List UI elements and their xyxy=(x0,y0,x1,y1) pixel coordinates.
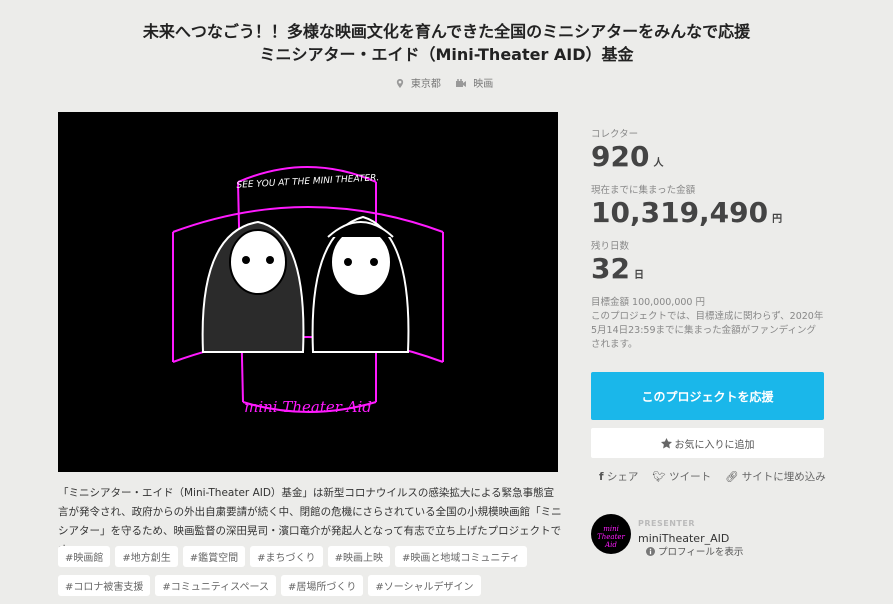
title-line-2: ミニシアター・エイド（Mini-Theater AID）基金 xyxy=(259,45,634,64)
hero-illustration: SEE YOU AT THE MINI THEATER. mini Theate… xyxy=(172,166,444,416)
presenter-label: PRESENTER xyxy=(638,519,695,528)
view-profile-label: プロフィールを表示 xyxy=(658,547,744,558)
presenter-avatar[interactable]: mini Theater Aid xyxy=(591,514,631,554)
twitter-icon: 🐦︎ xyxy=(652,471,666,483)
favorite-label: お気に入りに追加 xyxy=(674,439,755,451)
tag-link[interactable]: #映画上映 xyxy=(327,546,390,567)
collector-label: コレクター xyxy=(591,129,639,140)
presenter-logo: mini Theater Aid xyxy=(597,525,625,549)
view-profile-link[interactable]: プロフィールを表示 xyxy=(646,544,743,558)
days-label: 残り日数 xyxy=(591,241,630,252)
presenter-card: mini Theater Aid PRESENTER miniTheater_A… xyxy=(591,514,831,558)
map-pin-icon xyxy=(396,79,403,88)
amount-unit: 円 xyxy=(772,214,783,225)
tag-link[interactable]: #まちづくり xyxy=(250,546,323,567)
collector-unit: 人 xyxy=(653,158,664,169)
title-line-1: 未来へつなごう！！多様な映画文化を育んできた全国のミニシアターをみんなで応援 xyxy=(142,22,751,41)
days-value: 32 xyxy=(591,252,630,285)
funding-note: このプロジェクトでは、目標達成に関わらず、2020年5月14日23:59までに集… xyxy=(591,311,824,350)
info-icon xyxy=(646,547,655,556)
share-bar: f シェア 🐦︎ ツイート 🔗︎ サイトに埋め込み xyxy=(599,469,829,484)
tag-link[interactable]: #地方創生 xyxy=(115,546,178,567)
embed-label: サイトに埋め込み xyxy=(741,471,826,483)
twitter-share-button[interactable]: 🐦︎ ツイート xyxy=(652,469,711,484)
facebook-icon: f xyxy=(599,471,604,483)
stats-panel: コレクター 920 人 現在までに集まった金額 10,319,490 円 残り日数 … xyxy=(591,126,824,352)
link-icon: 🔗︎ xyxy=(725,471,739,483)
svg-text:mini: mini xyxy=(603,525,619,533)
location-text: 東京都 xyxy=(410,79,441,90)
tag-link[interactable]: #鑑賞空間 xyxy=(182,546,246,567)
star-icon xyxy=(660,437,672,448)
svg-text:Theater: Theater xyxy=(597,533,625,541)
goal-amount: 目標金額 100,000,000 円 xyxy=(591,297,705,308)
film-icon xyxy=(456,79,467,87)
tag-link[interactable]: #映画館 xyxy=(58,546,111,567)
tag-link[interactable]: #映画と地域コミュニティ xyxy=(394,546,527,567)
add-favorite-button[interactable]: お気に入りに追加 xyxy=(591,428,824,458)
hero-logo-text: mini Theater Aid xyxy=(244,398,372,416)
embed-button[interactable]: 🔗︎ サイトに埋め込み xyxy=(725,469,826,484)
facebook-share-label: シェア xyxy=(606,471,639,483)
facebook-share-button[interactable]: f シェア xyxy=(599,469,638,484)
category-text: 映画 xyxy=(473,79,494,90)
hero-top-text: SEE YOU AT THE MINI THEATER. xyxy=(236,173,379,190)
location-link[interactable]: 東京都 xyxy=(396,79,448,90)
amount-value: 10,319,490 xyxy=(591,196,769,229)
hero-image: SEE YOU AT THE MINI THEATER. mini Theate… xyxy=(58,112,558,472)
collector-count: 920 xyxy=(591,140,650,173)
back-project-button[interactable]: このプロジェクトを応援 xyxy=(591,372,824,420)
days-unit: 日 xyxy=(633,270,644,281)
tag-list: #映画館 #地方創生 #鑑賞空間 #まちづくり #映画上映 #映画と地域コミュニティ#コロ… xyxy=(58,546,563,604)
project-title: 未来へつなごう！！多様な映画文化を育んできた全国のミニシアターをみんなで応援 ミ… xyxy=(0,20,893,66)
svg-text:Aid: Aid xyxy=(604,541,617,549)
twitter-share-label: ツイート xyxy=(669,471,712,483)
project-meta: 東京都 映画 xyxy=(0,75,893,90)
amount-label: 現在までに集まった金額 xyxy=(591,185,696,196)
category-link[interactable]: 映画 xyxy=(456,79,497,90)
